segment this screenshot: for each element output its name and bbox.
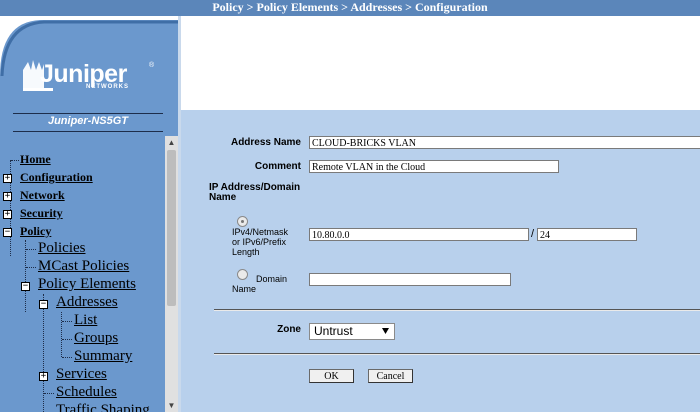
cancel-button[interactable]: Cancel (368, 369, 413, 383)
dropdown-arrow-icon (382, 328, 389, 334)
ipv4-label-line2: or IPv6/Prefix (232, 237, 287, 247)
comment-input[interactable]: Remote VLAN in the Cloud (309, 160, 559, 173)
tree-connector (62, 357, 72, 358)
domain-name-input[interactable] (309, 273, 511, 286)
nav-network[interactable]: Network (20, 188, 65, 203)
nav-configuration[interactable]: Configuration (20, 170, 93, 185)
nav-summary[interactable]: Summary (74, 348, 132, 365)
domain-radio[interactable] (237, 269, 248, 280)
ipv4-label-line1: IPv4/Netmask (232, 227, 289, 237)
nav-policies[interactable]: Policies (38, 240, 86, 257)
sidebar: Juniper ® NETWORKS Juniper-NS5GT Home + … (0, 16, 178, 412)
nav-mcast-policies[interactable]: MCast Policies (38, 258, 129, 275)
tree-connector (25, 240, 26, 312)
prefix-length-input[interactable]: 24 (537, 228, 637, 241)
logo-registered-mark: ® (149, 62, 155, 69)
logo-networks-text: NETWORKS (86, 84, 129, 90)
tree-connector (62, 321, 72, 322)
ip-address-input[interactable]: 10.80.0.0 (309, 228, 529, 241)
ip-section-label-line2: Name (209, 192, 237, 203)
zone-select-value: Untrust (314, 324, 353, 338)
expand-security-icon[interactable]: + (3, 210, 12, 219)
section-separator (214, 353, 700, 355)
device-name: Juniper-NS5GT (47, 115, 129, 127)
netmask-slash: / (531, 228, 535, 240)
ipv4-label-line3: Length (232, 247, 260, 257)
nav-services[interactable]: Services (56, 366, 107, 383)
nav-list[interactable]: List (74, 312, 97, 329)
nav-policy-elements[interactable]: Policy Elements (38, 276, 136, 293)
comment-label: Comment (254, 161, 301, 172)
divider-rule (13, 131, 163, 132)
nav-traffic-shaping[interactable]: Traffic Shaping (56, 402, 150, 412)
nav-policy[interactable]: Policy (20, 224, 51, 239)
tree-connector (44, 393, 54, 394)
tree-connector (62, 339, 72, 340)
nav-schedules[interactable]: Schedules (56, 384, 117, 401)
domain-label-line2: Name (232, 284, 257, 294)
zone-label: Zone (277, 324, 301, 335)
tree-connector (26, 267, 36, 268)
scroll-up-arrow-icon[interactable]: ▲ (165, 136, 178, 149)
collapse-policy-elements-icon[interactable]: − (21, 282, 30, 291)
zone-select[interactable]: Untrust (309, 323, 395, 340)
tree-connector (43, 294, 44, 412)
ok-button[interactable]: OK (309, 369, 354, 383)
domain-label-line1: Domain (256, 274, 288, 284)
scroll-down-arrow-icon[interactable]: ▼ (165, 399, 178, 412)
address-name-label: Address Name (230, 137, 301, 148)
nav-addresses[interactable]: Addresses (56, 294, 118, 311)
nav-tree: Home + Configuration + Network + Securit… (0, 136, 165, 412)
nav-home[interactable]: Home (20, 152, 51, 167)
address-config-form: Address Name CLOUD-BRICKS VLAN Comment R… (181, 110, 700, 412)
tree-connector (11, 160, 19, 161)
collapse-policy-icon[interactable]: − (3, 228, 12, 237)
scroll-thumb[interactable] (167, 150, 176, 306)
tree-connector (26, 249, 36, 250)
expand-configuration-icon[interactable]: + (3, 174, 12, 183)
breadcrumb: Policy > Policy Elements > Addresses > C… (212, 0, 488, 14)
nav-groups[interactable]: Groups (74, 330, 118, 347)
expand-services-icon[interactable]: + (39, 372, 48, 381)
nav-security[interactable]: Security (20, 206, 63, 221)
sidebar-scrollbar[interactable]: ▲ ▼ (165, 136, 178, 412)
ipv4-radio[interactable] (237, 216, 248, 227)
expand-network-icon[interactable]: + (3, 192, 12, 201)
collapse-addresses-icon[interactable]: − (39, 300, 48, 309)
divider-rule (13, 113, 163, 114)
section-separator (214, 309, 700, 311)
tree-connector (61, 312, 62, 357)
address-name-input[interactable]: CLOUD-BRICKS VLAN (309, 136, 700, 149)
